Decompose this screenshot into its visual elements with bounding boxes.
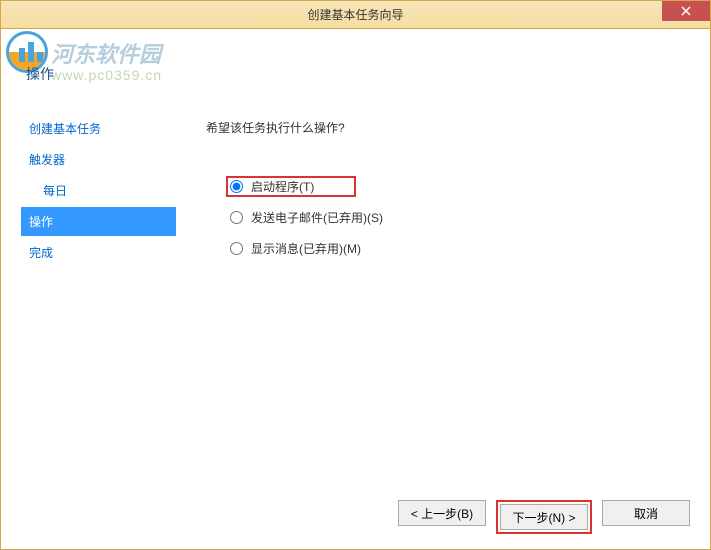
back-button[interactable]: < 上一步(B) [398, 500, 486, 526]
radio-label: 显示消息(已弃用)(M) [251, 240, 361, 257]
header-area: 河东软件园 www.pc0359.cn 操作 [1, 29, 710, 99]
sidebar-item-finish[interactable]: 完成 [21, 238, 176, 267]
footer: < 上一步(B) 下一步(N) > 取消 [398, 500, 690, 534]
radio-start-program[interactable] [230, 180, 243, 193]
sidebar-item-trigger[interactable]: 触发器 [21, 145, 176, 174]
radio-label: 启动程序(T) [251, 178, 314, 195]
radio-send-email[interactable] [230, 211, 243, 224]
titlebar: 创建基本任务向导 [1, 1, 710, 29]
body: 创建基本任务 触发器 每日 操作 完成 希望该任务执行什么操作? 启动程序(T)… [1, 99, 710, 549]
cancel-button-wrap: 取消 [602, 500, 690, 534]
sidebar-item-action[interactable]: 操作 [21, 207, 176, 236]
question-text: 希望该任务执行什么操作? [206, 119, 680, 136]
wizard-window: 创建基本任务向导 河东软件园 www.pc0359.cn 操作 创建基本任务 触… [0, 0, 711, 550]
radio-label: 发送电子邮件(已弃用)(S) [251, 209, 383, 226]
radio-option-send-email[interactable]: 发送电子邮件(已弃用)(S) [226, 207, 680, 228]
cancel-button[interactable]: 取消 [602, 500, 690, 526]
sidebar-item-create-task[interactable]: 创建基本任务 [21, 114, 176, 143]
next-button[interactable]: 下一步(N) > [500, 504, 588, 530]
radio-group: 启动程序(T) 发送电子邮件(已弃用)(S) 显示消息(已弃用)(M) [226, 176, 680, 259]
main-panel: 希望该任务执行什么操作? 启动程序(T) 发送电子邮件(已弃用)(S) 显示消息… [176, 99, 710, 549]
next-button-wrap: 下一步(N) > [496, 500, 592, 534]
close-button[interactable] [662, 1, 710, 21]
radio-show-message[interactable] [230, 242, 243, 255]
sidebar: 创建基本任务 触发器 每日 操作 完成 [1, 99, 176, 549]
radio-option-start-program[interactable]: 启动程序(T) [226, 176, 356, 197]
section-title: 操作 [26, 64, 54, 84]
radio-option-show-message[interactable]: 显示消息(已弃用)(M) [226, 238, 680, 259]
content-area: 河东软件园 www.pc0359.cn 操作 创建基本任务 触发器 每日 操作 … [1, 29, 710, 549]
close-icon [681, 6, 691, 16]
watermark-url: www.pc0359.cn [51, 67, 162, 83]
window-title: 创建基本任务向导 [307, 6, 403, 23]
sidebar-item-daily[interactable]: 每日 [21, 176, 176, 205]
watermark-text: 河东软件园 [51, 37, 161, 69]
back-button-wrap: < 上一步(B) [398, 500, 486, 534]
